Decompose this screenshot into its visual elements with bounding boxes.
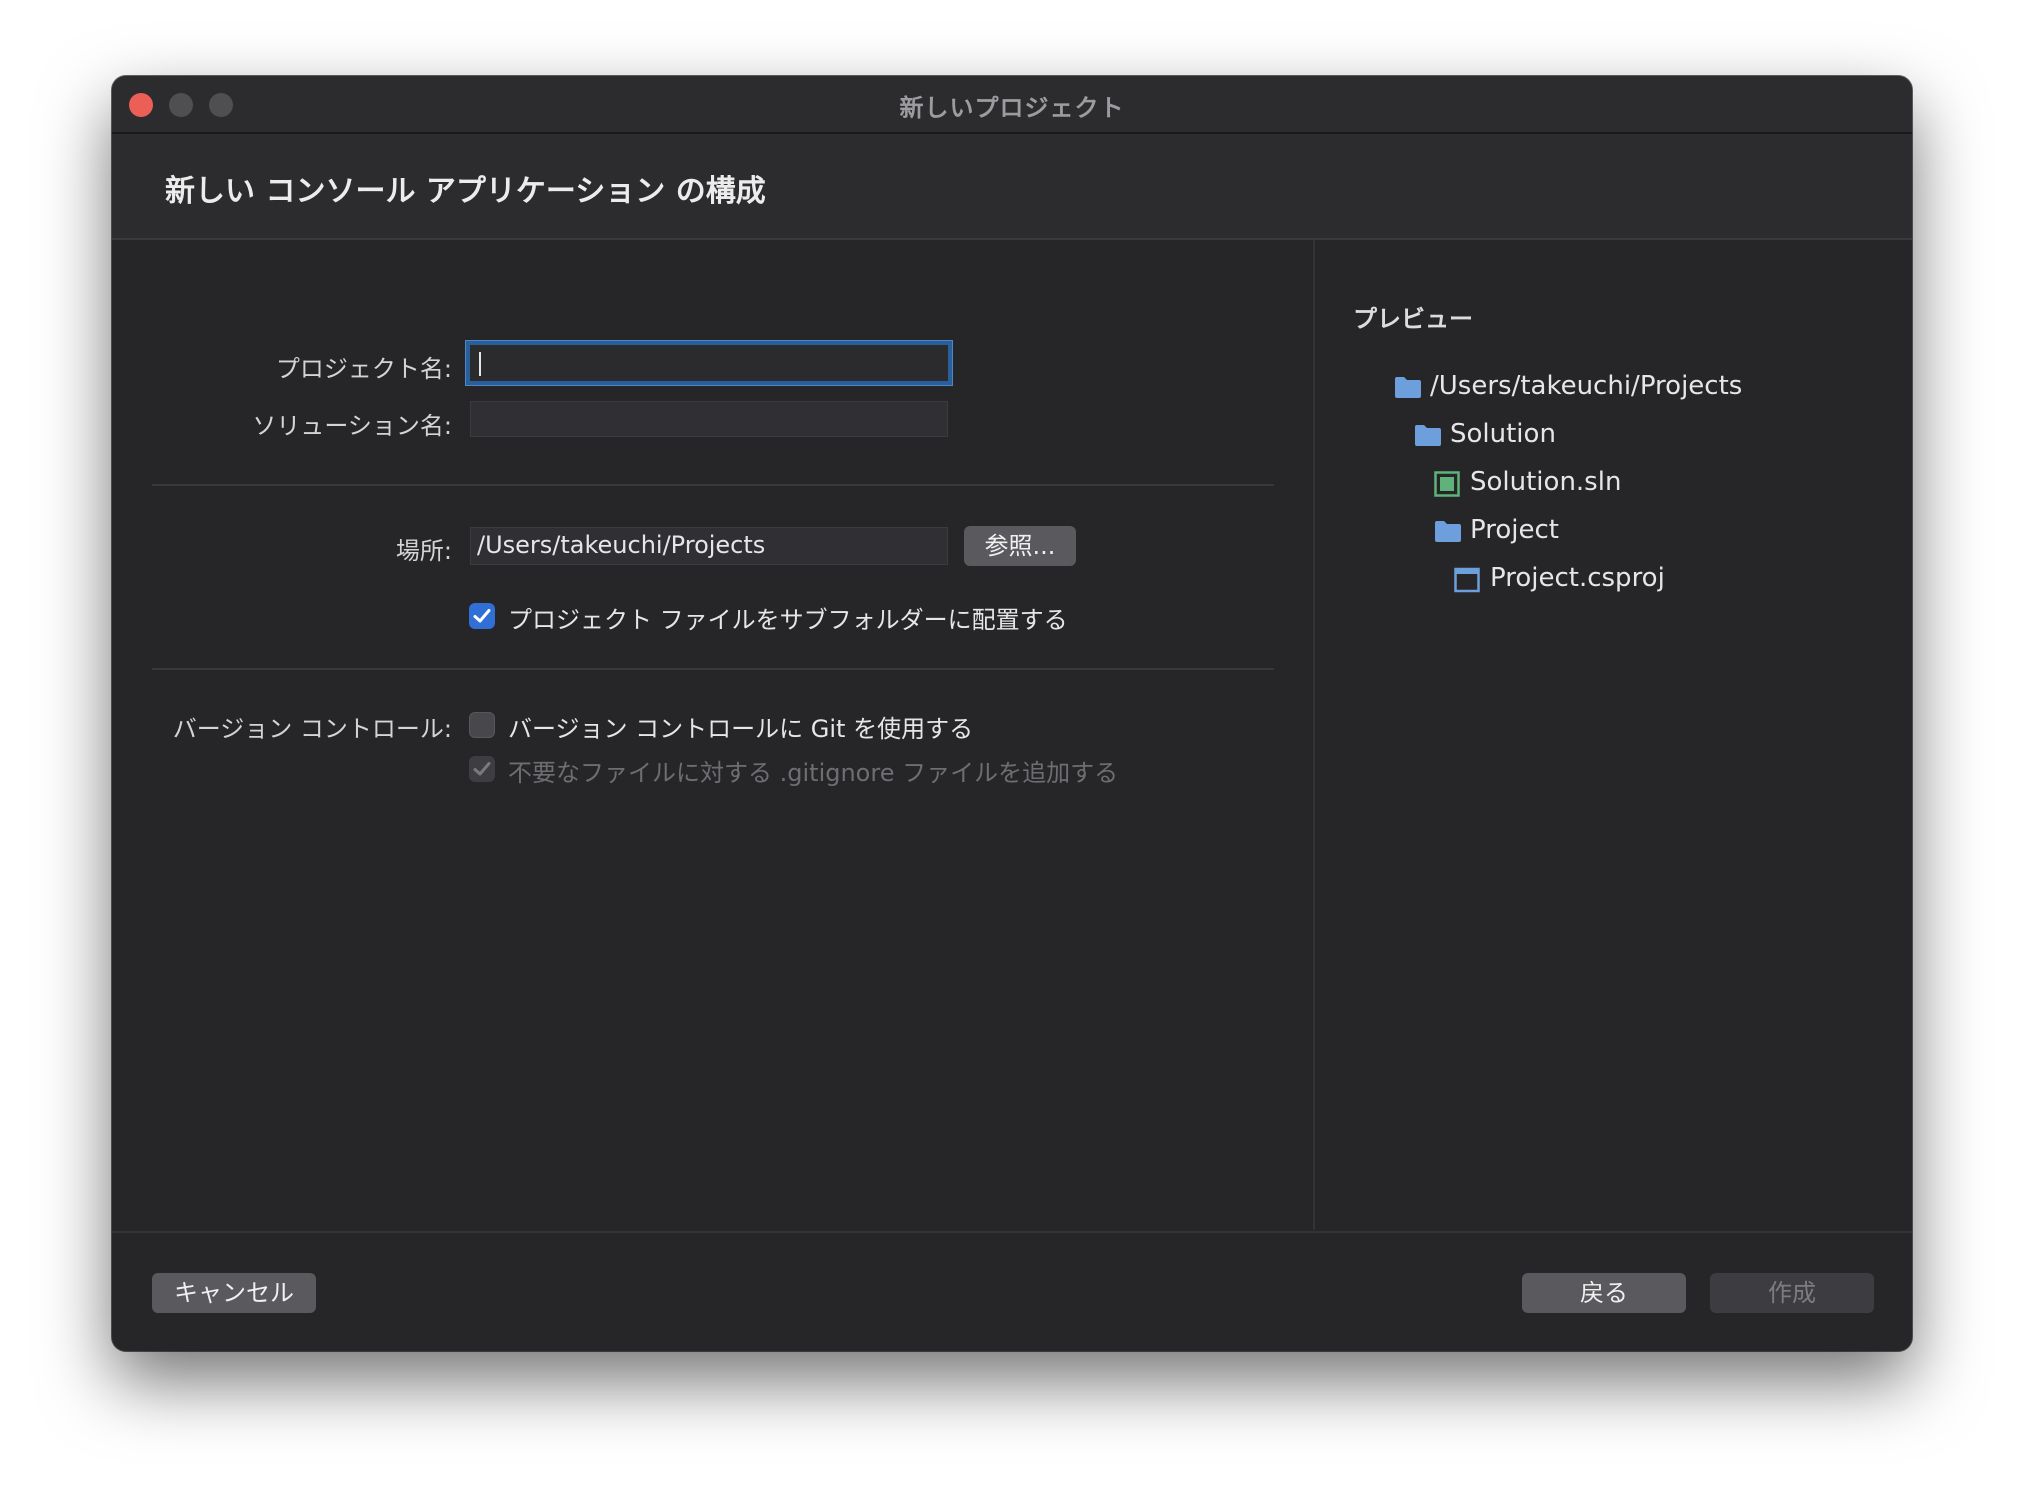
- page-title: 新しい コンソール アプリケーション の構成: [165, 174, 766, 209]
- folder-icon: [1415, 425, 1441, 446]
- project-name-label: プロジェクト名:: [275, 355, 452, 383]
- location-value: /Users/takeuchi/Projects: [477, 531, 766, 559]
- create-button[interactable]: 作成: [1710, 1273, 1874, 1313]
- preview-title: プレビュー: [1353, 305, 1473, 333]
- browse-button[interactable]: 参照...: [964, 526, 1076, 566]
- tree-item-label: Project: [1470, 515, 1559, 545]
- solution-file-icon: [1434, 471, 1460, 497]
- divider: [152, 668, 1274, 670]
- subfolder-checkbox-label: プロジェクト ファイルをサブフォルダーに配置する: [508, 606, 1068, 634]
- solution-name-input[interactable]: [470, 401, 948, 437]
- checkmark-icon: [473, 762, 491, 776]
- gitignore-checkbox-label: 不要なファイルに対する .gitignore ファイルを追加する: [508, 759, 1119, 787]
- tree-item-label: Solution.sln: [1470, 467, 1622, 497]
- subfolder-checkbox[interactable]: [469, 603, 495, 629]
- project-name-input[interactable]: [466, 341, 952, 385]
- dialog-header: 新しい コンソール アプリケーション の構成: [112, 134, 1912, 240]
- new-project-dialog: 新しいプロジェクト 新しい コンソール アプリケーション の構成 プロジェクト名…: [112, 76, 1912, 1351]
- dialog-footer: キャンセル 戻る 作成: [112, 1231, 1912, 1351]
- folder-icon: [1435, 521, 1461, 542]
- location-label: 場所:: [395, 537, 452, 565]
- location-input[interactable]: /Users/takeuchi/Projects: [470, 527, 948, 565]
- git-checkbox-label: バージョン コントロールに Git を使用する: [508, 715, 974, 743]
- version-control-label: バージョン コントロール:: [172, 715, 452, 743]
- gitignore-checkbox: [469, 756, 495, 782]
- folder-icon: [1395, 377, 1421, 398]
- divider: [152, 484, 1274, 486]
- checkmark-icon: [473, 609, 491, 623]
- tree-item-label: Project.csproj: [1490, 563, 1665, 593]
- title-bar: 新しいプロジェクト: [112, 76, 1912, 134]
- tree-item-label: Solution: [1450, 419, 1556, 449]
- tree-item-label: /Users/takeuchi/Projects: [1430, 371, 1743, 401]
- project-file-icon: [1454, 567, 1480, 593]
- back-button[interactable]: 戻る: [1522, 1273, 1686, 1313]
- solution-name-label: ソリューション名:: [252, 412, 452, 440]
- window-title: 新しいプロジェクト: [899, 94, 1125, 122]
- git-checkbox[interactable]: [469, 712, 495, 738]
- cancel-button[interactable]: キャンセル: [152, 1273, 316, 1313]
- text-caret: [479, 352, 481, 376]
